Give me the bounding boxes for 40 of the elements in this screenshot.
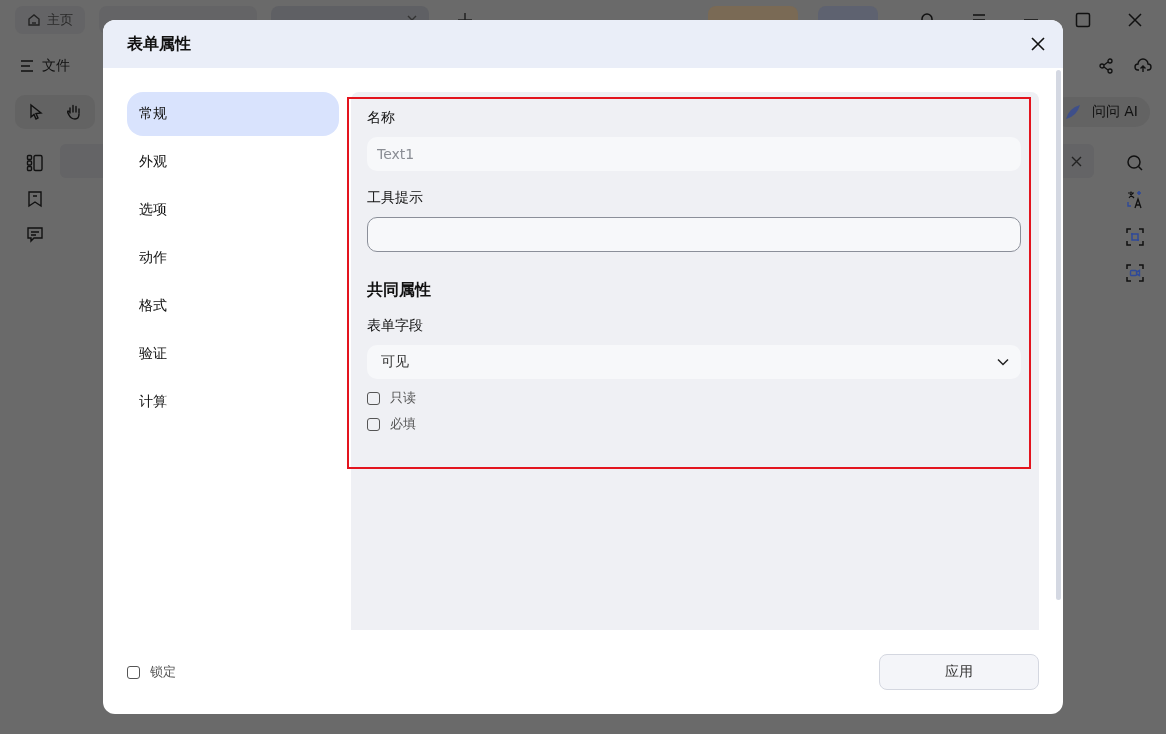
chevron-down-icon <box>997 358 1009 366</box>
video-capture-icon[interactable] <box>1126 264 1144 282</box>
field-label: 名称 <box>367 109 396 127</box>
search-icon[interactable] <box>1126 154 1144 172</box>
checkbox[interactable] <box>367 417 380 431</box>
feather-icon <box>1063 103 1082 121</box>
maximize-icon[interactable] <box>1074 11 1092 29</box>
field-label: 表单字段 <box>367 317 424 335</box>
nav-item[interactable]: 外观 <box>127 140 339 184</box>
text-field[interactable] <box>367 217 1021 252</box>
checkbox[interactable] <box>127 665 140 679</box>
nav-item[interactable]: 常规 <box>127 92 339 136</box>
comment-icon[interactable] <box>26 226 44 244</box>
field-label: 工具提示 <box>367 189 424 207</box>
bookmark-icon[interactable] <box>26 190 44 208</box>
checkbox-label: 必填 <box>390 415 416 433</box>
nav-item[interactable]: 选项 <box>127 188 339 232</box>
home-icon <box>27 13 41 27</box>
hand-icon[interactable] <box>65 103 83 121</box>
checkbox[interactable] <box>367 391 380 405</box>
nav-item[interactable]: 验证 <box>127 332 339 376</box>
dialog-title: 表单属性 <box>127 33 191 55</box>
nav-item[interactable]: 动作 <box>127 236 339 280</box>
apply-button[interactable]: 应用 <box>879 654 1039 690</box>
share-icon[interactable] <box>1098 58 1114 74</box>
file-menu[interactable]: 文件 <box>42 57 70 75</box>
checkbox-label: 只读 <box>390 389 416 407</box>
cloud-upload-icon[interactable] <box>1134 58 1152 74</box>
menu-icon[interactable] <box>20 59 34 73</box>
thumbnails-icon[interactable] <box>26 154 44 172</box>
scrollbar[interactable] <box>1056 70 1061 600</box>
nav-item[interactable]: 格式 <box>127 284 339 328</box>
close-icon[interactable] <box>1031 37 1045 51</box>
section-title: 共同属性 <box>367 280 432 301</box>
translate-icon[interactable] <box>1126 190 1144 210</box>
checkbox-label: 锁定 <box>150 663 176 681</box>
nav-item[interactable]: 计算 <box>127 380 339 424</box>
crop-icon[interactable] <box>1126 228 1144 246</box>
visibility-dropdown[interactable]: 可见 <box>367 345 1021 379</box>
pointer-icon[interactable] <box>27 103 45 121</box>
